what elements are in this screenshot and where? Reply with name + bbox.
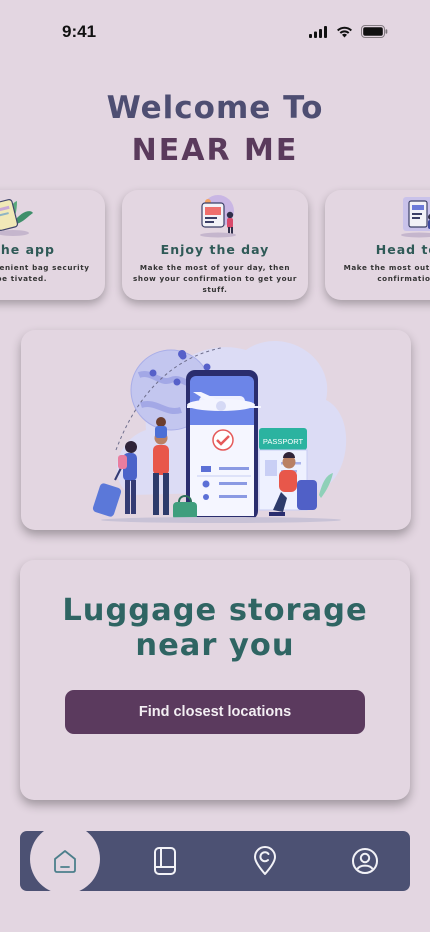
welcome-title: Welcome To [106,90,324,126]
onboarding-card-head[interactable]: Head to th Make the most out of show you… [325,190,430,300]
home-icon [54,850,76,873]
bookings-icon [154,847,176,875]
wifi-icon [337,26,352,37]
travel-illustration: PASSPORT [92,340,347,523]
location-icon [254,846,276,875]
luggage-storage-card: Luggage storage near you Find closest lo… [20,560,410,800]
travel-illustration-card: PASSPORT [21,330,411,530]
onboarding-card-enjoy[interactable]: Enjoy the day Make the most of your day,… [122,190,308,300]
status-time: 9:41 [62,22,97,41]
nav-location[interactable] [250,845,280,877]
head-to-location-illustration [401,197,430,238]
luggage-storage-title: Luggage storage near you [62,593,368,663]
card-title: on the app [0,242,55,257]
card-text: Make the most out of show your confirmat… [343,263,430,283]
card-title: Enjoy the day [160,242,270,257]
nav-profile[interactable] [350,845,380,877]
bottom-nav [20,824,410,894]
app-name: NEAR ME [131,133,299,168]
card-title: Head to th [375,242,430,257]
onboarding-card-book[interactable]: on the app choose a convenient bag secur… [0,190,105,300]
find-closest-locations-button[interactable]: Find closest locations [65,690,365,734]
enjoy-day-illustration [200,195,236,238]
signal-icon [309,25,327,38]
nav-bookings[interactable] [150,845,180,877]
nav-home[interactable] [50,845,80,877]
app-screen: 9:41 Welcome To NEAR ME he app enient ba… [0,0,430,932]
card-text: choose a convenient bag security will be… [0,263,90,283]
card-text: Make the most of your day, then show you… [132,263,298,294]
passport-label: PASSPORT [263,437,304,446]
status-icons [309,25,388,38]
status-bar: 9:41 [0,0,430,60]
battery-icon [361,25,388,38]
phone-booking-illustration [0,199,33,236]
profile-icon [352,848,378,874]
